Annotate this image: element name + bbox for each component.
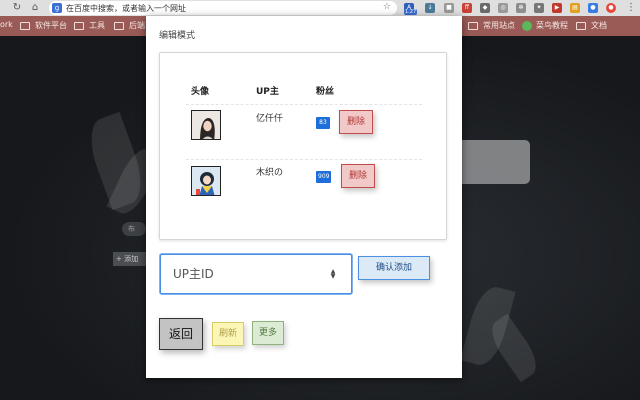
folder-icon [20, 21, 30, 30]
bookmark-item[interactable]: 软件平台 [20, 20, 67, 31]
bookmark-label: 软件平台 [35, 21, 67, 30]
address-placeholder: 在百度中搜索，或者输入一个网址 [66, 3, 186, 13]
extension-circle-icon[interactable]: ◎ [498, 3, 508, 13]
bookmark-item[interactable]: 文档 [576, 20, 607, 31]
bookmark-label: 文档 [591, 21, 607, 30]
bookmark-item[interactable]: ork [0, 20, 13, 29]
folder-icon [576, 21, 586, 30]
extension-dark-icon[interactable]: ◆ [480, 3, 490, 13]
bookmark-label: 后端 [129, 21, 145, 30]
up-name: 木织の [256, 168, 284, 178]
refresh-button[interactable]: 刷新 [212, 322, 244, 346]
avatar [191, 166, 221, 196]
extension-atom-icon[interactable]: ✻ [516, 3, 526, 13]
background-add-button: + 添加 [113, 252, 147, 266]
extension-video-icon[interactable]: ▶ [552, 3, 562, 13]
home-icon[interactable]: ⌂ [28, 0, 42, 16]
extension-color-icon[interactable]: ● [588, 3, 598, 13]
row-divider [186, 104, 422, 105]
popup-title: 编辑模式 [159, 31, 196, 41]
profile-avatar[interactable]: ● [606, 3, 616, 13]
extension-badge: 1.27 [404, 9, 418, 15]
menu-icon[interactable]: ⋮ [624, 0, 638, 16]
fans-count-badge: 83 [316, 117, 330, 129]
address-bar[interactable]: g 在百度中搜索，或者输入一个网址 ☆ [49, 1, 397, 15]
bookmark-item[interactable]: 菜鸟教程 [522, 20, 568, 31]
confirm-add-button[interactable]: 确认添加 [358, 256, 430, 280]
bookmark-item[interactable]: 后端 [114, 20, 145, 31]
row-divider [186, 159, 422, 160]
extension-notes-icon[interactable]: ▤ [570, 3, 580, 13]
up-list-panel: 头像 UP主 粉丝 亿仟仟 83 删除 木织の 909 删除 [159, 52, 447, 240]
folder-icon [114, 21, 124, 30]
background-tag: 布 [122, 222, 146, 236]
bookmark-label: 工具 [89, 21, 105, 30]
background-panel [458, 140, 530, 184]
runoob-icon [522, 20, 532, 31]
more-button[interactable]: 更多 [252, 321, 284, 345]
folder-icon [468, 21, 478, 30]
extension-red-icon[interactable]: ff [462, 3, 472, 13]
avatar [191, 110, 221, 140]
extension-gray-icon[interactable]: ■ [444, 3, 454, 13]
folder-icon [74, 21, 84, 30]
header-up: UP主 [256, 87, 279, 97]
delete-button[interactable]: 删除 [339, 110, 373, 134]
number-stepper-icon[interactable]: ▲ ▼ [329, 269, 337, 280]
download-icon[interactable]: ↓ [425, 3, 435, 13]
edit-popup: 编辑模式 头像 UP主 粉丝 亿仟仟 83 删除 木织の 909 删除 UP主I… [146, 16, 462, 378]
bookmark-label: ork [0, 20, 13, 29]
search-engine-icon: g [52, 3, 62, 13]
extension-puzzle-icon[interactable]: ✦ [534, 3, 544, 13]
back-button[interactable]: 返回 [159, 318, 203, 350]
up-name: 亿仟仟 [256, 114, 284, 124]
bookmark-star-icon[interactable]: ☆ [383, 2, 391, 12]
bookmark-label: 菜鸟教程 [536, 21, 568, 30]
up-id-input[interactable] [160, 254, 352, 294]
header-avatar: 头像 [191, 87, 210, 97]
bookmark-item[interactable]: 工具 [74, 20, 105, 31]
fans-count-badge: 909 [316, 171, 332, 183]
header-fans: 粉丝 [316, 87, 335, 97]
browser-toolbar: ↻ ⌂ g 在百度中搜索，或者输入一个网址 ☆ A 1.27 ↓ ■ ff ◆ … [0, 0, 640, 16]
bookmark-item[interactable]: 常用站点 [468, 20, 515, 31]
delete-button[interactable]: 删除 [341, 164, 375, 188]
reload-icon[interactable]: ↻ [10, 0, 24, 16]
bookmark-label: 常用站点 [483, 21, 515, 30]
